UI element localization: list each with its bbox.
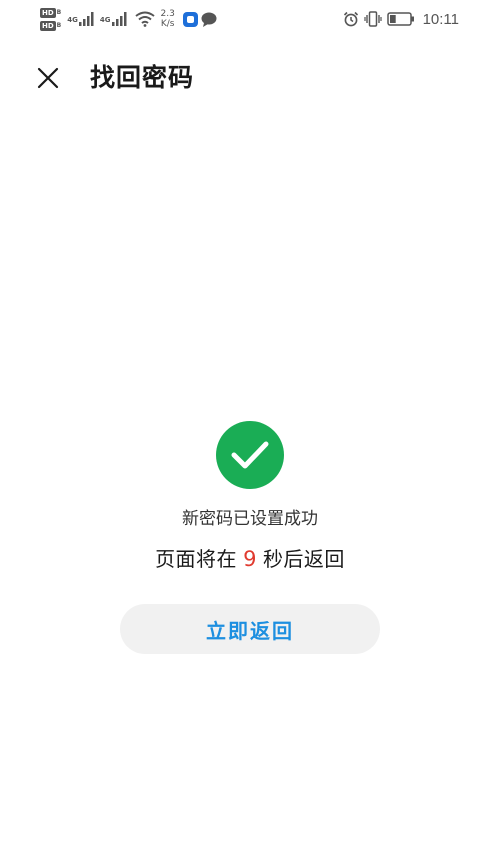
vibrate-icon xyxy=(363,11,382,27)
checkmark-icon xyxy=(231,441,269,469)
network-sim1: 4G xyxy=(67,12,95,26)
network-type-label: 4G xyxy=(67,16,78,24)
chat-bubble-icon xyxy=(201,12,217,27)
status-bar: HD B HD B 4G 4G 2.3 K/s 10:11 xyxy=(0,0,500,38)
status-bar-right: 10:11 xyxy=(343,4,459,34)
close-icon xyxy=(37,67,59,89)
return-now-label: 立即返回 xyxy=(206,618,294,643)
network-sim2: 4G xyxy=(100,12,128,26)
network-type-label: 4G xyxy=(99,16,111,24)
battery-icon xyxy=(386,12,414,26)
return-now-button[interactable]: 立即返回 xyxy=(120,604,380,654)
page-title: 找回密码 xyxy=(90,63,195,92)
wifi-icon xyxy=(134,11,155,27)
app-header: 找回密码 xyxy=(0,56,500,100)
countdown-text: 页面将在 9 秒后返回 xyxy=(0,545,500,573)
countdown-suffix: 秒后返回 xyxy=(262,547,345,571)
countdown-seconds: 9 xyxy=(243,547,257,571)
close-button[interactable] xyxy=(30,60,66,96)
find-password-success-screen: HD B HD B 4G 4G 2.3 K/s 10:11 找回密码 新密码已设… xyxy=(0,0,500,867)
status-bar-left: HD B HD B 4G 4G 2.3 K/s xyxy=(40,4,217,34)
hd-badge-sim1: HD B xyxy=(40,7,62,18)
network-speed-value: 2.3 xyxy=(160,9,175,19)
status-time: 10:11 xyxy=(422,10,459,28)
success-status-icon xyxy=(216,421,284,489)
hd-badges: HD B HD B xyxy=(40,7,62,31)
alarm-icon xyxy=(343,11,358,27)
network-speed-unit: K/s xyxy=(160,19,175,29)
signal-bars-icon xyxy=(111,12,126,26)
countdown-prefix: 页面将在 xyxy=(155,547,238,571)
signal-bars-icon xyxy=(78,12,94,26)
hd-badge-sim2: HD B xyxy=(40,20,62,31)
app-notification-icon xyxy=(182,11,198,27)
network-speed: 2.3 K/s xyxy=(161,9,175,29)
success-message: 新密码已设置成功 xyxy=(182,509,318,529)
